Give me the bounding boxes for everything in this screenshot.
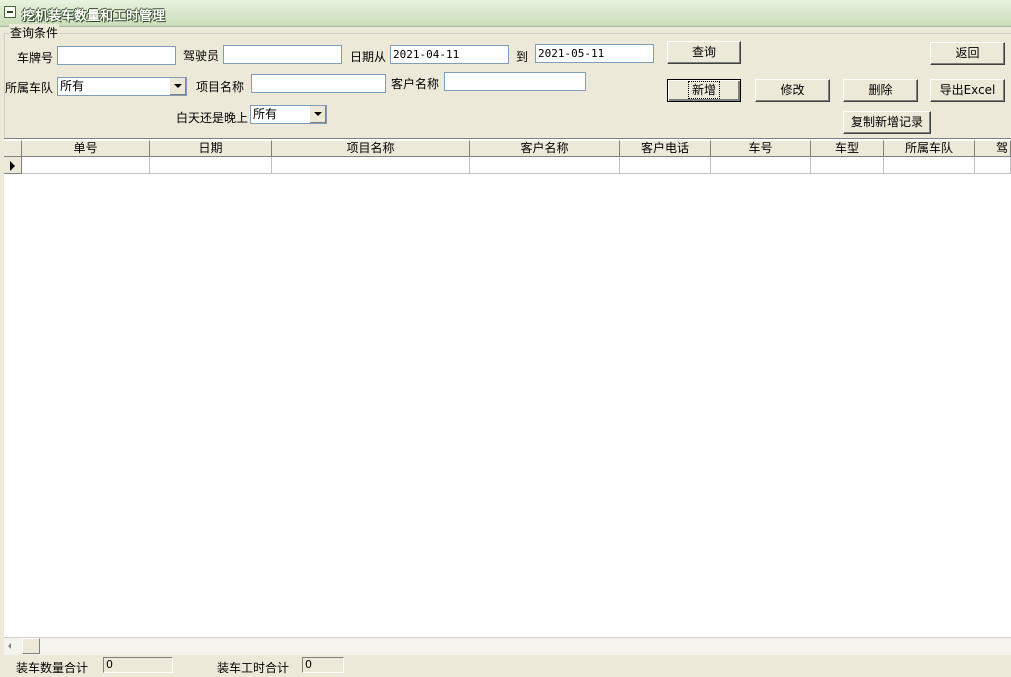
customer-input[interactable] (444, 72, 586, 91)
current-row-arrow-icon (10, 161, 15, 171)
project-label: 项目名称 (196, 80, 245, 94)
plate-input[interactable] (57, 46, 176, 65)
load-count-value: 0 (103, 657, 173, 673)
table-cell[interactable] (884, 157, 975, 174)
customer-label: 客户名称 (391, 77, 440, 91)
column-header[interactable]: 日期 (150, 140, 272, 157)
chevron-down-icon[interactable] (169, 78, 186, 95)
column-header[interactable]: 驾 (975, 140, 1011, 157)
plate-label: 车牌号 (17, 51, 54, 65)
table-cell[interactable] (620, 157, 711, 174)
table-cell[interactable] (470, 157, 620, 174)
date-to-label: 到 (516, 50, 529, 64)
add-button[interactable]: 新增 (667, 79, 741, 102)
back-button[interactable]: 返回 (930, 42, 1005, 65)
load-hours-value: 0 (302, 657, 344, 673)
scroll-thumb[interactable] (22, 638, 40, 654)
date-from-input[interactable]: 2021-04-11 (390, 45, 509, 64)
table-cell[interactable] (975, 157, 1011, 174)
copy-add-record-button[interactable]: 复制新增记录 (843, 111, 931, 134)
table-cell[interactable] (150, 157, 272, 174)
grid-header-row: 单号 日期 项目名称 客户名称 客户电话 车号 车型 所属车队 驾 (4, 140, 1011, 157)
status-bar: 装车数量合计 0 装车工时合计 0 (0, 656, 1011, 677)
column-header[interactable]: 单号 (22, 140, 150, 157)
window-menu-icon[interactable] (4, 6, 16, 18)
fleet-select-value: 所有 (60, 79, 85, 93)
table-row[interactable] (4, 157, 1011, 174)
driver-label: 驾驶员 (183, 49, 220, 63)
column-header[interactable]: 客户电话 (620, 140, 711, 157)
column-header[interactable]: 所属车队 (884, 140, 975, 157)
daynight-select[interactable]: 所有 (250, 105, 327, 124)
horizontal-scrollbar[interactable] (4, 637, 1011, 655)
window-title: 挖机装车数量和工时管理 (22, 9, 166, 24)
driver-input[interactable] (223, 45, 342, 64)
column-header[interactable]: 车型 (811, 140, 884, 157)
row-indicator[interactable] (4, 157, 22, 174)
delete-button[interactable]: 删除 (843, 79, 918, 102)
load-hours-label: 装车工时合计 (217, 661, 290, 675)
edit-button[interactable]: 修改 (755, 79, 830, 102)
table-cell[interactable] (22, 157, 150, 174)
grid-corner-cell (4, 140, 22, 157)
records-grid[interactable]: 单号 日期 项目名称 客户名称 客户电话 车号 车型 所属车队 驾 (4, 138, 1011, 639)
add-button-label: 新增 (687, 81, 721, 99)
fleet-select[interactable]: 所有 (57, 77, 187, 96)
table-cell[interactable] (711, 157, 811, 174)
load-count-label: 装车数量合计 (16, 661, 89, 675)
daynight-select-value: 所有 (253, 107, 278, 121)
column-header[interactable]: 项目名称 (272, 140, 470, 157)
chevron-down-icon[interactable] (309, 106, 326, 123)
title-bar: 挖机装车数量和工时管理 (0, 0, 1011, 27)
fleet-label: 所属车队 (5, 81, 54, 95)
export-excel-button[interactable]: 导出Excel (930, 79, 1005, 102)
scroll-left-icon[interactable] (8, 643, 11, 649)
date-to-input[interactable]: 2021-05-11 (535, 44, 654, 63)
table-cell[interactable] (811, 157, 884, 174)
query-group-label: 查询条件 (9, 24, 60, 41)
date-from-label: 日期从 (350, 50, 387, 64)
column-header[interactable]: 车号 (711, 140, 811, 157)
column-header[interactable]: 客户名称 (470, 140, 620, 157)
query-button[interactable]: 查询 (667, 41, 741, 64)
table-cell[interactable] (272, 157, 470, 174)
daynight-label: 白天还是晚上 (176, 111, 249, 125)
project-input[interactable] (251, 74, 386, 93)
